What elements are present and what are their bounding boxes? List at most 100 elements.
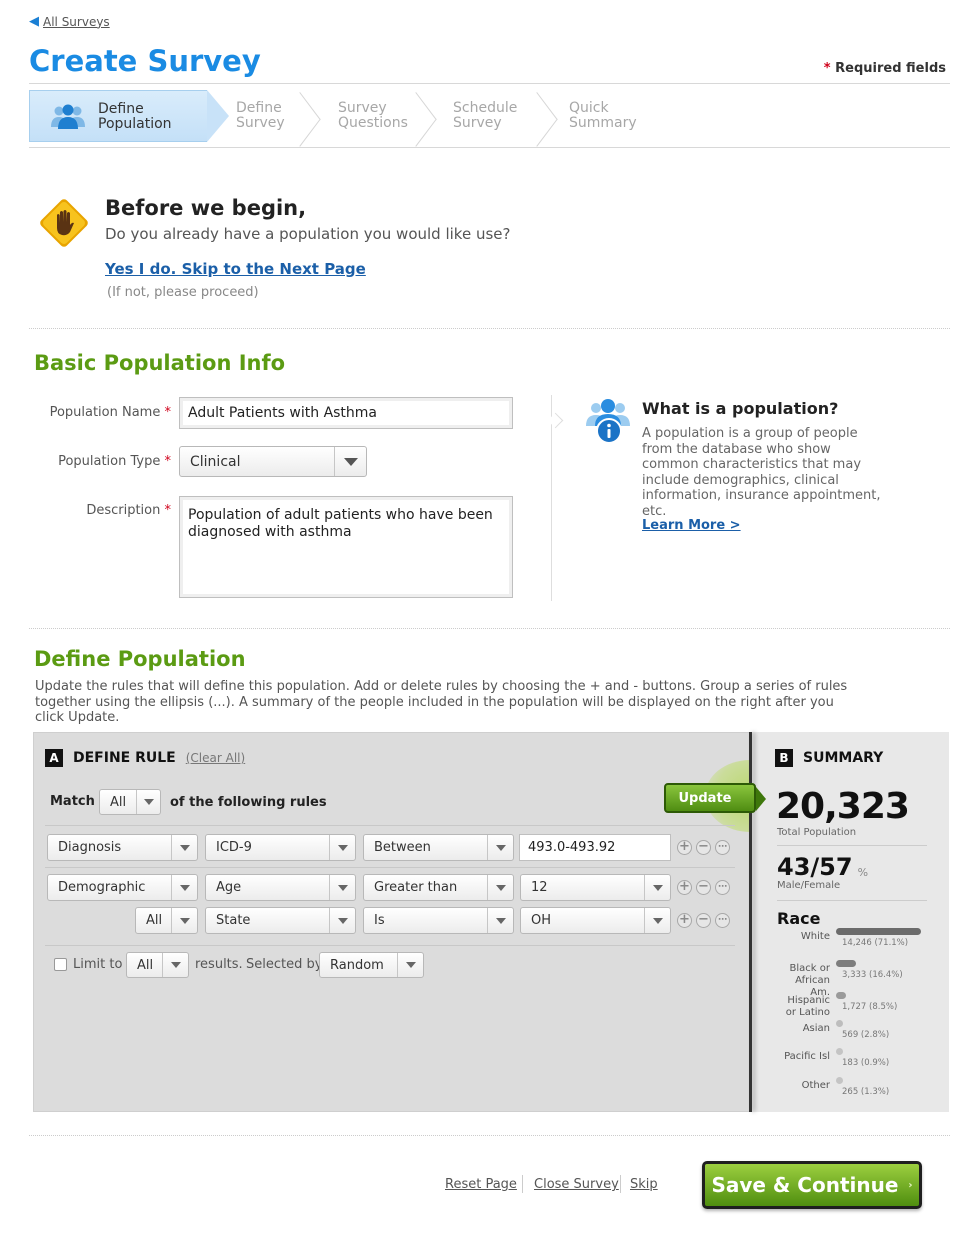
chevron-down-icon [644,908,670,933]
select-value: All [146,913,163,928]
skip-link[interactable]: Skip [630,1177,658,1192]
match-select[interactable]: All [99,789,161,815]
step-define-survey[interactable]: Define Survey [236,90,285,142]
rule2-category-select[interactable]: Demographic [47,874,198,901]
total-population-value: 20,323 [776,786,910,827]
race-title: Race [777,909,821,928]
remove-rule-icon[interactable]: − [696,913,711,928]
section-badge: A [45,749,63,767]
step-label: Survey [236,115,285,131]
gender-ratio-label: Male/Female [777,880,841,891]
intro-subtitle: Do you already have a population you wou… [105,225,511,243]
race-bar [836,960,856,967]
rule2-operator-select[interactable]: Greater than [363,874,514,901]
chevron-down-icon [171,908,197,933]
step-label: Population [98,116,172,132]
step-schedule-survey[interactable]: Schedule Survey [453,90,517,142]
limit-checkbox[interactable] [54,958,67,971]
race-label: Black or African Am. [789,963,830,998]
results-label: results. [195,957,243,972]
section-badge: B [775,749,793,767]
chevron-down-icon [329,835,355,860]
define-population-title: Define Population [34,647,246,671]
race-bar [836,992,846,999]
rule3-group-select[interactable]: All [135,907,198,934]
basic-info-title: Basic Population Info [34,351,286,375]
learn-more-link[interactable]: Learn More > [642,518,741,533]
chevron-down-icon [329,875,355,900]
reset-page-link[interactable]: Reset Page [445,1177,517,1192]
rule-separator [45,867,735,868]
select-value: Diagnosis [58,840,122,855]
save-and-continue-button[interactable]: Save & Continue › [702,1161,922,1209]
match-value: All [110,794,127,810]
select-value: Is [374,913,385,928]
rule1-operator-select[interactable]: Between [363,834,514,861]
step-quick-summary[interactable]: Quick Summary [569,90,637,142]
remove-rule-icon[interactable]: − [696,880,711,895]
rule3-field-select[interactable]: State [205,907,356,934]
update-button[interactable]: Update [664,783,766,813]
race-label: Asian [802,1023,830,1034]
define-rule-header: A DEFINE RULE (Clear All) [45,749,245,767]
group-rule-icon[interactable]: ⋯ [715,880,730,895]
rule1-category-select[interactable]: Diagnosis [47,834,198,861]
rule2-field-select[interactable]: Age [205,874,356,901]
match-suffix: of the following rules [170,795,327,810]
step-label: Schedule [453,100,518,116]
rule1-value-input[interactable]: 493.0-493.92 [519,834,671,861]
race-value: 265 (1.3%) [842,1087,890,1097]
population-name-input[interactable]: Adult Patients with Asthma [179,397,513,429]
section-divider [29,328,950,329]
race-value: 183 (0.9%) [842,1058,890,1068]
select-value: Age [216,880,242,895]
chevron-down-icon [136,790,160,814]
intro-title: Before we begin, [105,196,307,220]
clear-all-link[interactable]: (Clear All) [186,751,245,765]
step-define-population[interactable]: Define Population [29,90,229,142]
skip-to-next-page-link[interactable]: Yes I do. Skip to the Next Page [105,260,366,278]
rule3-operator-select[interactable]: Is [363,907,514,934]
match-label: Match [50,794,95,809]
back-to-all-surveys-link[interactable]: ◀ All Surveys [29,14,110,29]
race-value: 14,246 (71.1%) [842,938,909,948]
summary-title: SUMMARY [803,750,884,766]
add-rule-icon[interactable]: + [677,880,692,895]
add-rule-icon[interactable]: + [677,913,692,928]
footer-divider [29,1135,950,1136]
chevron-down-icon [487,908,513,933]
chevron-down-icon [487,835,513,860]
help-title: What is a population? [642,399,839,418]
save-button-label: Save & Continue [711,1173,899,1197]
select-value: OH [531,913,552,928]
chevron-down-icon [644,875,670,900]
select-value: All [137,957,154,973]
chevron-down-icon [397,953,423,977]
limit-select[interactable]: All [126,952,189,978]
step-label: Define [98,101,144,117]
rule2-value-select[interactable]: 12 [520,874,671,901]
selected-by-select[interactable]: Random [319,952,424,978]
gender-ratio: 43/57 % [777,853,868,881]
info-divider [551,395,552,601]
population-type-select[interactable]: Clinical [179,446,367,477]
race-bar [836,928,921,935]
close-survey-link[interactable]: Close Survey [534,1177,619,1192]
remove-rule-icon[interactable]: − [696,840,711,855]
rule1-field-select[interactable]: ICD-9 [205,834,356,861]
description-textarea[interactable]: Population of adult patients who have be… [179,496,513,598]
race-value: 569 (2.8%) [842,1030,890,1040]
rule-separator [45,945,735,946]
race-label: Hispanic or Latino [785,995,830,1018]
intro-note: (If not, please proceed) [107,285,259,300]
summary-separator [777,845,927,846]
header-divider [29,83,950,84]
rule3-value-select[interactable]: OH [520,907,671,934]
race-bar [836,1020,843,1027]
add-rule-icon[interactable]: + [677,840,692,855]
summary-separator [777,900,927,901]
help-text: A population is a group of people from t… [642,426,881,519]
group-rule-icon[interactable]: ⋯ [715,913,730,928]
group-rule-icon[interactable]: ⋯ [715,840,730,855]
population-info-icon [586,399,630,444]
